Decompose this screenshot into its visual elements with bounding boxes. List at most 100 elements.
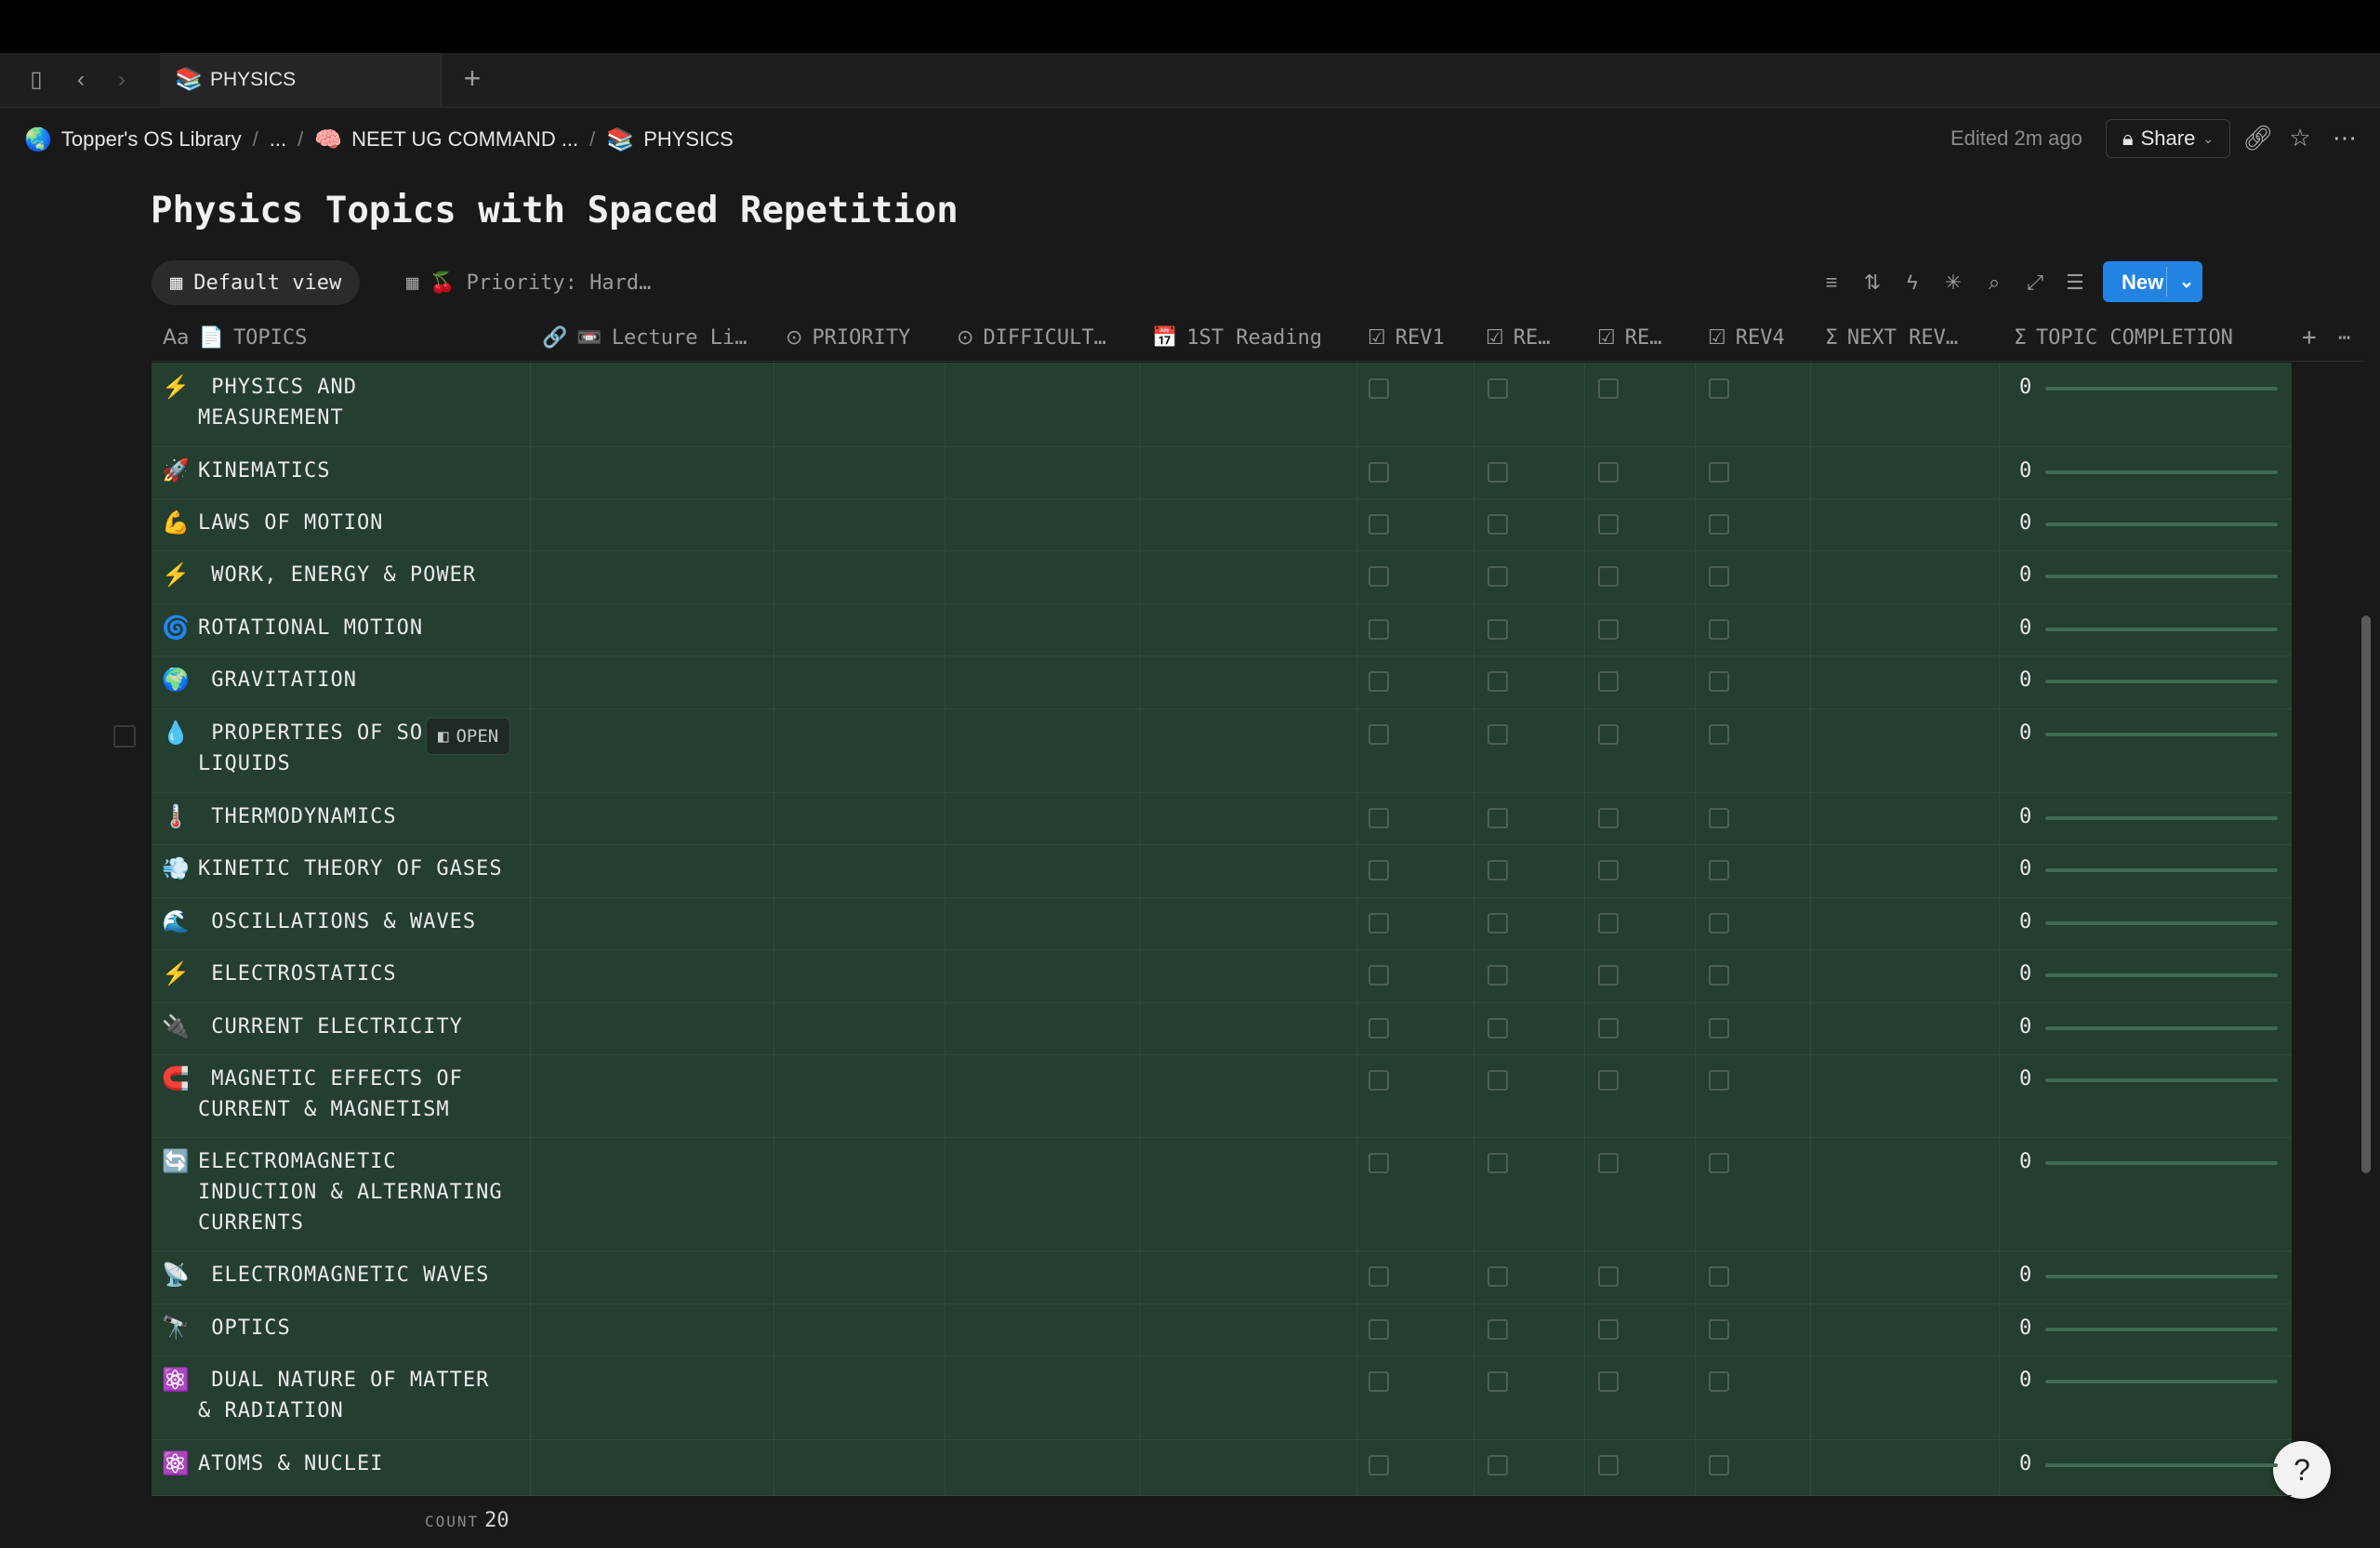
rev3-checkbox[interactable] [1598,808,1619,828]
table-row[interactable]: ⚛️ ATOMS & NUCLEI 0 [152,1439,2292,1496]
rev4-checkbox[interactable] [1709,378,1729,399]
column-header-rev3[interactable]: ☑ RE… [1597,314,1661,361]
rev4-checkbox[interactable] [1709,808,1729,828]
rev3-checkbox[interactable] [1598,1319,1619,1340]
rev4-checkbox[interactable] [1709,1018,1729,1039]
star-icon[interactable]: ☆ [2285,123,2315,152]
table-row[interactable]: ⚡ PHYSICS AND MEASUREMENT 0 [152,363,2292,447]
view-tab-default[interactable]: ▦ Default view [152,260,361,305]
column-header-rev4[interactable]: ☑ REV4 [1708,314,1785,361]
rev1-checkbox[interactable] [1368,808,1389,828]
topic-title[interactable]: DUAL NATURE OF MATTER & RADIATION [198,1365,523,1426]
column-header-priority[interactable]: ⊙ PRIORITY [786,314,910,361]
rev1-checkbox[interactable] [1368,860,1389,880]
topic-title[interactable]: THERMODYNAMICS [198,801,523,832]
rev1-checkbox[interactable] [1368,1319,1389,1340]
vertical-scrollbar[interactable] [2361,615,2371,1173]
forward-arrow-icon[interactable]: › [108,66,136,94]
rev3-checkbox[interactable] [1598,378,1619,399]
rev3-checkbox[interactable] [1598,1266,1619,1287]
topic-title[interactable]: OPTICS [198,1313,523,1343]
new-tab-plus-icon[interactable]: + [456,61,489,95]
rev1-checkbox[interactable] [1368,619,1389,640]
table-row[interactable]: 🌀 ROTATIONAL MOTION 0 [152,603,2292,656]
table-row[interactable]: ⚛️ DUAL NATURE OF MATTER & RADIATION 0 [152,1356,2292,1440]
rev2-checkbox[interactable] [1488,1153,1508,1173]
topic-title[interactable]: KINEMATICS [198,456,523,486]
rev2-checkbox[interactable] [1488,462,1508,483]
table-row[interactable]: ⚡ WORK, ENERGY & POWER 0 [152,550,2292,604]
rev4-checkbox[interactable] [1709,1070,1729,1091]
topic-title[interactable]: KINETIC THEORY OF GASES [198,853,523,884]
rev4-checkbox[interactable] [1709,1319,1729,1340]
column-header-first-reading[interactable]: 📅 1ST Reading [1152,314,1322,361]
column-header-difficulty[interactable]: ⊙ DIFFICULT… [957,314,1106,361]
rev2-checkbox[interactable] [1488,808,1508,828]
rev4-checkbox[interactable] [1709,566,1729,587]
rev4-checkbox[interactable] [1709,462,1729,483]
rev3-checkbox[interactable] [1598,1455,1619,1475]
rev1-checkbox[interactable] [1368,566,1389,587]
rev4-checkbox[interactable] [1709,913,1729,933]
rev4-checkbox[interactable] [1709,724,1729,745]
table-row[interactable]: 💨 KINETIC THEORY OF GASES 0 [152,844,2292,898]
topic-title[interactable]: GRAVITATION [198,665,523,695]
rev2-checkbox[interactable] [1488,1371,1508,1392]
topic-title[interactable]: ELECTROSTATICS [198,959,523,989]
table-row[interactable]: 🚀 KINEMATICS 0 [152,446,2292,499]
sidebar-toggle-icon[interactable]: ▯ [22,66,50,94]
rev1-checkbox[interactable] [1368,965,1389,986]
rev2-checkbox[interactable] [1488,913,1508,933]
rev1-checkbox[interactable] [1368,514,1389,535]
rev2-checkbox[interactable] [1488,965,1508,986]
rev4-checkbox[interactable] [1709,1266,1729,1287]
rev3-checkbox[interactable] [1598,913,1619,933]
back-arrow-icon[interactable]: ‹ [67,66,95,94]
rev2-checkbox[interactable] [1488,671,1508,692]
breadcrumb-item-ellipsis[interactable]: ... [270,127,286,152]
table-row[interactable]: 💧 PROPERTIES OF SO LIQUIDS 0 [152,708,2292,793]
breadcrumb-item-neet[interactable]: 🧠 NEET UG COMMAND ... [314,126,578,153]
tab-physics[interactable]: 📚 PHYSICS [160,53,442,107]
rev1-checkbox[interactable] [1368,1018,1389,1039]
topic-title[interactable]: LAWS OF MOTION [198,508,523,538]
rev3-checkbox[interactable] [1598,860,1619,880]
rev1-checkbox[interactable] [1368,1266,1389,1287]
settings-sliders-icon[interactable]: ☰ [2061,269,2089,297]
topic-title[interactable]: PHYSICS AND MEASUREMENT [198,372,523,433]
topic-title[interactable]: ATOMS & NUCLEI [198,1449,523,1479]
search-icon[interactable]: ⌕ [1980,269,2008,297]
topic-title[interactable]: ELECTROMAGNETIC WAVES [198,1260,523,1290]
rev3-checkbox[interactable] [1598,1018,1619,1039]
column-header-next-revision[interactable]: Σ NEXT REV… [1825,314,1958,361]
chevron-down-icon[interactable]: ⌄ [2174,267,2200,297]
sparkle-icon[interactable]: ✳ [1939,269,1967,297]
topic-title[interactable]: OSCILLATIONS & WAVES [198,906,523,937]
rev1-checkbox[interactable] [1368,1070,1389,1091]
table-row[interactable]: 🔄 ELECTROMAGNETIC INDUCTION & ALTERNATING C… [152,1137,2292,1251]
rev3-checkbox[interactable] [1598,724,1619,745]
rev4-checkbox[interactable] [1709,1455,1729,1475]
rev3-checkbox[interactable] [1598,965,1619,986]
rev1-checkbox[interactable] [1368,724,1389,745]
expand-icon[interactable]: ⤢ [2021,269,2049,297]
new-button[interactable]: New ⌄ [2103,261,2202,302]
rev2-checkbox[interactable] [1488,860,1508,880]
rev4-checkbox[interactable] [1709,671,1729,692]
table-row[interactable]: 💪 LAWS OF MOTION 0 [152,498,2292,551]
rev2-checkbox[interactable] [1488,724,1508,745]
column-header-topics[interactable]: Aa 📄 TOPICS [163,314,307,361]
table-row[interactable]: 🌊 OSCILLATIONS & WAVES 0 [152,897,2292,950]
table-row[interactable]: 📡 ELECTROMAGNETIC WAVES 0 [152,1250,2292,1304]
table-row[interactable]: 🔭 OPTICS 0 [152,1303,2292,1356]
rev1-checkbox[interactable] [1368,462,1389,483]
rev3-checkbox[interactable] [1598,1153,1619,1173]
rev2-checkbox[interactable] [1488,1455,1508,1475]
link-icon[interactable]: 🔗︎ [2242,123,2273,152]
topic-title[interactable]: PROPERTIES OF SO LIQUIDS [198,718,523,779]
topic-title[interactable]: WORK, ENERGY & POWER [198,560,523,590]
breadcrumb-item-library[interactable]: 🌏 Topper's OS Library [24,126,242,153]
automation-bolt-icon[interactable]: ϟ [1898,269,1926,297]
rev2-checkbox[interactable] [1488,514,1508,535]
rev1-checkbox[interactable] [1368,671,1389,692]
